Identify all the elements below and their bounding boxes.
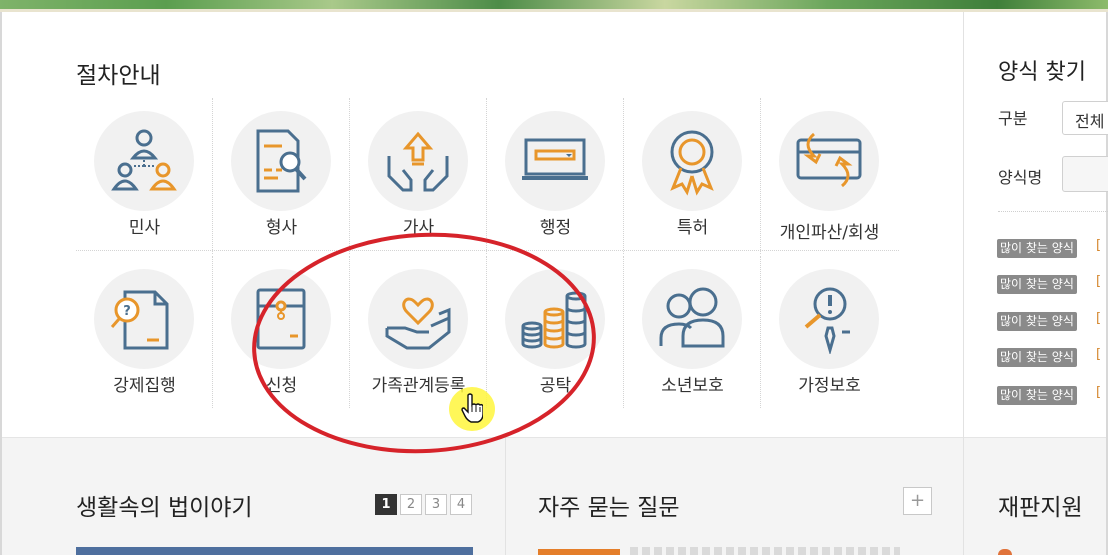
svg-text:?: ? bbox=[123, 304, 131, 319]
hands-house-icon bbox=[387, 131, 449, 192]
two-people-icon bbox=[659, 287, 725, 348]
hand-pointer-icon bbox=[461, 393, 483, 423]
procedure-grid: 민사 형사 가사 행정 특허 개인파산/회생 ? 강제집행 신청 가족관계등록 … bbox=[76, 98, 899, 410]
procedure-label: 개인파산/회생 bbox=[779, 223, 880, 243]
award-ribbon-icon bbox=[670, 130, 714, 196]
monitor-icon bbox=[522, 138, 588, 180]
procedure-label: 민사 bbox=[128, 218, 161, 238]
procedure-label: 가정보호 bbox=[798, 376, 861, 396]
warning-magnifier-icon bbox=[804, 287, 850, 354]
category-label: 구분 bbox=[998, 109, 1028, 128]
procedure-label: 소년보호 bbox=[661, 376, 724, 396]
hand-heart-icon bbox=[385, 297, 451, 350]
procedure-label: 신청 bbox=[265, 376, 298, 396]
law-story-pager: 1 2 3 4 bbox=[375, 494, 472, 515]
procedure-civil[interactable]: 민사 bbox=[76, 98, 213, 254]
popular-form-item[interactable]: 많이 찾는 양식 [ bbox=[997, 346, 1101, 367]
law-story-title: 생활속의 법이야기 bbox=[76, 495, 253, 521]
document-question-icon: ? bbox=[110, 290, 169, 350]
coin-stacks-icon bbox=[521, 291, 587, 349]
divider bbox=[998, 211, 1108, 212]
page-button-4[interactable]: 4 bbox=[450, 494, 472, 515]
procedure-application[interactable]: 신청 bbox=[213, 256, 350, 412]
top-banner-image bbox=[0, 0, 1108, 12]
popular-form-item[interactable]: 많이 찾는 양식 [ bbox=[997, 237, 1101, 258]
form-name-label: 양식명 bbox=[998, 168, 1043, 187]
procedure-enforcement[interactable]: ? 강제집행 bbox=[76, 256, 213, 412]
page-button-2[interactable]: 2 bbox=[400, 494, 422, 515]
procedure-bankruptcy[interactable]: 개인파산/회생 bbox=[761, 98, 898, 254]
procedure-label: 공탁 bbox=[539, 376, 572, 396]
procedure-label: 특허 bbox=[676, 218, 709, 238]
popular-badge: 많이 찾는 양식 bbox=[997, 312, 1077, 331]
vertical-divider bbox=[963, 12, 964, 437]
popular-form-item[interactable]: 많이 찾는 양식 [ bbox=[997, 384, 1101, 405]
procedure-label: 행정 bbox=[539, 218, 572, 238]
people-network-icon bbox=[111, 129, 177, 191]
procedure-domestic-protection[interactable]: 가정보호 bbox=[761, 256, 898, 412]
procedure-label: 형사 bbox=[265, 218, 298, 238]
popular-badge: 많이 찾는 양식 bbox=[997, 239, 1077, 258]
document-magnifier-icon bbox=[256, 129, 307, 193]
envelope-icon bbox=[256, 288, 306, 350]
popular-form-item[interactable]: 많이 찾는 양식 [ bbox=[997, 310, 1101, 331]
trial-support-icon bbox=[998, 549, 1012, 555]
card-arrows-icon bbox=[796, 132, 862, 188]
page-button-1[interactable]: 1 bbox=[375, 494, 397, 515]
procedure-criminal[interactable]: 형사 bbox=[213, 98, 350, 254]
popular-badge: 많이 찾는 양식 bbox=[997, 275, 1077, 294]
faq-item-text[interactable] bbox=[630, 547, 900, 555]
law-story-thumbnail[interactable] bbox=[76, 547, 473, 555]
faq-title: 자주 묻는 질문 bbox=[538, 495, 680, 521]
procedure-label: 가사 bbox=[402, 218, 435, 238]
faq-more-button[interactable]: + bbox=[903, 487, 932, 515]
category-select[interactable]: 전체 bbox=[1062, 101, 1108, 135]
popular-badge: 많이 찾는 양식 bbox=[997, 348, 1077, 367]
form-name-input[interactable] bbox=[1062, 156, 1108, 192]
form-finder-title: 양식 찾기 bbox=[998, 60, 1086, 85]
page-button-3[interactable]: 3 bbox=[425, 494, 447, 515]
faq-tag bbox=[538, 549, 620, 555]
popular-form-item[interactable]: 많이 찾는 양식 [ bbox=[997, 273, 1101, 294]
procedure-deposit[interactable]: 공탁 bbox=[487, 256, 624, 412]
procedure-juvenile[interactable]: 소년보호 bbox=[624, 256, 761, 412]
procedure-label: 강제집행 bbox=[113, 376, 176, 396]
popular-badge: 많이 찾는 양식 bbox=[997, 386, 1077, 405]
procedure-patent[interactable]: 특허 bbox=[624, 98, 761, 254]
procedure-title: 절차안내 bbox=[76, 63, 161, 89]
procedure-family[interactable]: 가사 bbox=[350, 98, 487, 254]
trial-support-title: 재판지원 bbox=[998, 495, 1083, 521]
procedure-administrative[interactable]: 행정 bbox=[487, 98, 624, 254]
